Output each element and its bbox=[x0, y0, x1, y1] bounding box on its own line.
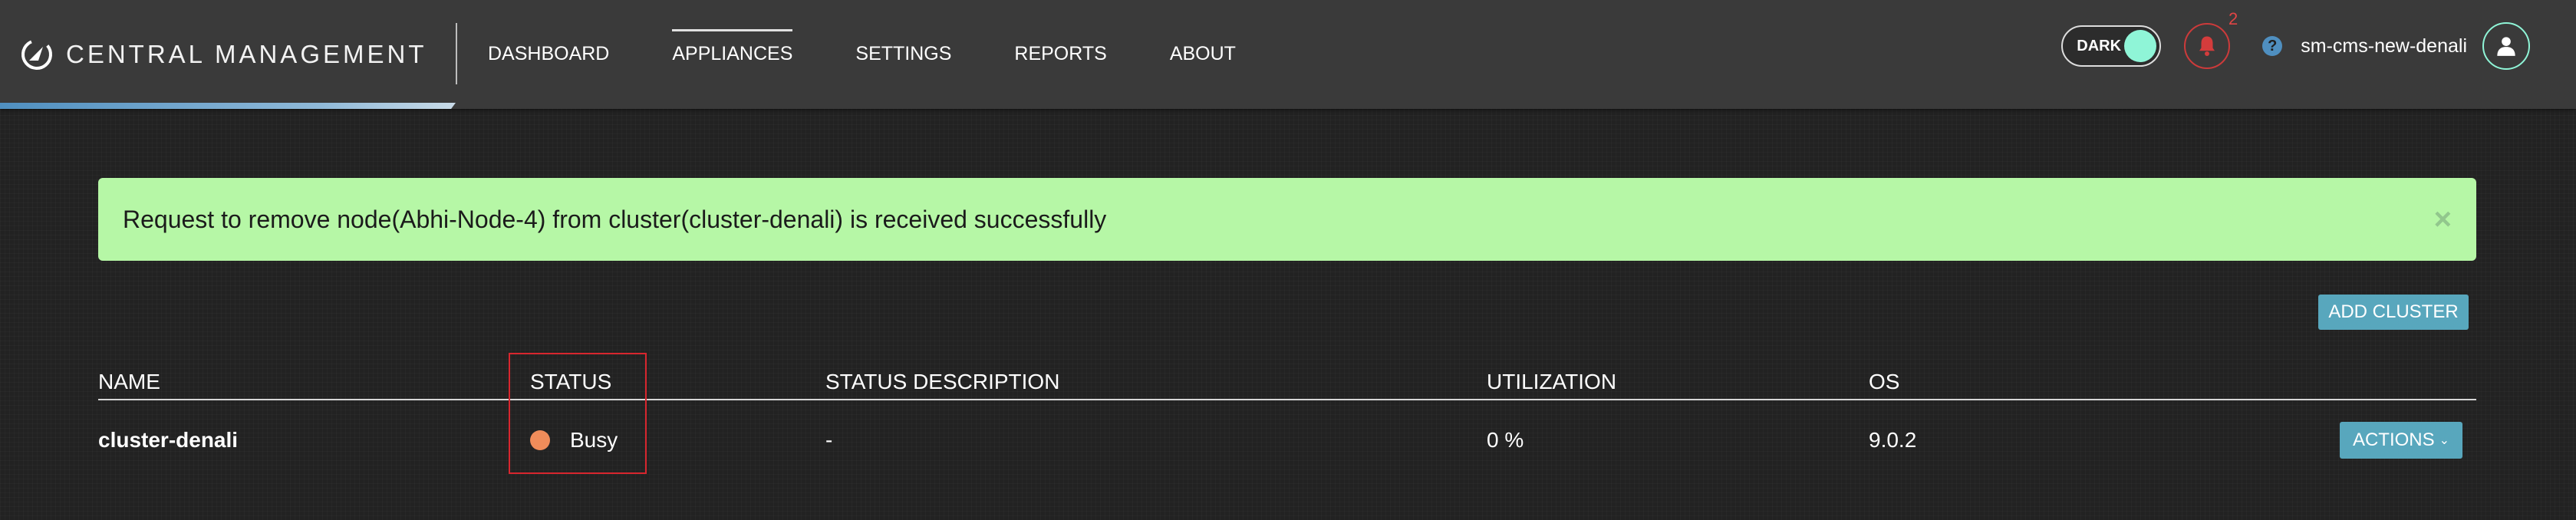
nav-about[interactable]: ABOUT bbox=[1170, 43, 1236, 65]
user-icon bbox=[2497, 37, 2515, 56]
cluster-status: Busy bbox=[530, 428, 618, 453]
notifications-button[interactable]: 2 bbox=[2184, 9, 2238, 69]
status-label: Busy bbox=[570, 428, 618, 452]
username[interactable]: sm-cms-new-denali bbox=[2301, 35, 2467, 58]
brand[interactable]: CENTRAL MANAGEMENT bbox=[20, 35, 427, 74]
column-header-utilization[interactable]: UTILIZATION bbox=[1487, 370, 1616, 394]
column-header-status[interactable]: STATUS bbox=[530, 370, 611, 394]
column-header-name[interactable]: NAME bbox=[98, 370, 160, 394]
cluster-os: 9.0.2 bbox=[1869, 428, 1917, 452]
help-icon[interactable]: ? bbox=[2262, 36, 2283, 56]
add-cluster-button[interactable]: ADD CLUSTER bbox=[2318, 295, 2469, 330]
theme-toggle[interactable]: DARK bbox=[2061, 25, 2162, 67]
column-header-status-description[interactable]: STATUS DESCRIPTION bbox=[825, 370, 1059, 394]
cluster-name[interactable]: cluster-denali bbox=[98, 428, 238, 453]
table-row[interactable]: cluster-denali Busy - 0 % 9.0.2 ACTIONS … bbox=[98, 400, 2476, 485]
column-header-os[interactable]: OS bbox=[1869, 370, 1899, 394]
close-icon[interactable]: × bbox=[2434, 204, 2452, 235]
main-nav: DASHBOARD APPLIANCES SETTINGS REPORTS AB… bbox=[488, 28, 1299, 77]
clusters-table: NAME STATUS STATUS DESCRIPTION UTILIZATI… bbox=[98, 365, 2476, 485]
actions-button-label: ACTIONS bbox=[2352, 429, 2435, 450]
success-alert: Request to remove node(Abhi-Node-4) from… bbox=[98, 178, 2476, 261]
theme-toggle-label: DARK bbox=[2077, 37, 2122, 54]
bell-icon bbox=[2199, 36, 2215, 56]
nav-dashboard[interactable]: DASHBOARD bbox=[488, 43, 609, 65]
theme-toggle-knob bbox=[2124, 30, 2157, 62]
chevron-down-icon: ⌄ bbox=[2439, 434, 2450, 447]
table-header: NAME STATUS STATUS DESCRIPTION UTILIZATI… bbox=[98, 365, 2476, 400]
avatar[interactable] bbox=[2482, 22, 2530, 70]
notification-count-badge: 2 bbox=[2228, 9, 2238, 28]
cluster-status-description: - bbox=[825, 428, 833, 452]
top-header: CENTRAL MANAGEMENT DASHBOARD APPLIANCES … bbox=[0, 0, 2576, 109]
header-right: DARK 2 ? sm-cms-new-denali bbox=[2061, 9, 2530, 70]
nav-reports[interactable]: REPORTS bbox=[1014, 43, 1106, 65]
cluster-utilization: 0 % bbox=[1487, 428, 1524, 452]
brand-title: CENTRAL MANAGEMENT bbox=[66, 40, 427, 68]
loading-progress-bar bbox=[0, 103, 456, 109]
alert-message: Request to remove node(Abhi-Node-4) from… bbox=[123, 205, 1107, 233]
status-busy-dot bbox=[530, 430, 550, 450]
nav-settings[interactable]: SETTINGS bbox=[855, 43, 951, 65]
brand-logo-icon bbox=[21, 39, 52, 70]
nav-appliances[interactable]: APPLIANCES bbox=[672, 28, 793, 65]
actions-button[interactable]: ACTIONS ⌄ bbox=[2340, 422, 2462, 459]
brand-divider bbox=[456, 23, 457, 84]
